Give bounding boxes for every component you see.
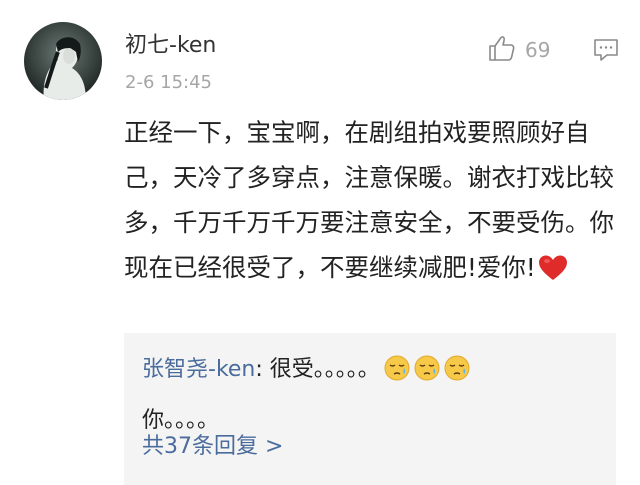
speech-bubble-icon (592, 39, 620, 68)
timestamp: 2-6 15:45 (125, 72, 212, 93)
thumbs-up-icon (487, 33, 517, 67)
avatar[interactable] (24, 22, 102, 100)
tearful-face-icon (444, 352, 470, 398)
like-button[interactable]: 69 (487, 33, 550, 67)
tearful-face-icon (414, 352, 440, 398)
comment-body: 正经一下，宝宝啊，在剧组拍戏要照顾好自己，天冷了多穿点，注意保暖。谢衣打戏比较多… (124, 110, 624, 296)
replies-panel: 张智尧-ken: 很受。。。。。你。。。。 共37条回复 > (124, 333, 616, 485)
reply-author[interactable]: 张智尧-ken (142, 357, 255, 382)
reply-item: 张智尧-ken: 很受。。。。。你。。。。 (142, 347, 612, 444)
red-heart-icon (538, 251, 568, 296)
more-replies-link[interactable]: 共37条回复 > (142, 432, 283, 462)
reply-text: 很受。。。。。 (269, 357, 380, 382)
reply-separator: : (255, 357, 270, 382)
reply-text-continued: 你。。。。 (142, 408, 220, 433)
username[interactable]: 初七-ken (125, 33, 216, 59)
tearful-face-icon (384, 352, 410, 398)
like-count: 69 (525, 38, 551, 62)
reply-button[interactable] (592, 36, 620, 68)
